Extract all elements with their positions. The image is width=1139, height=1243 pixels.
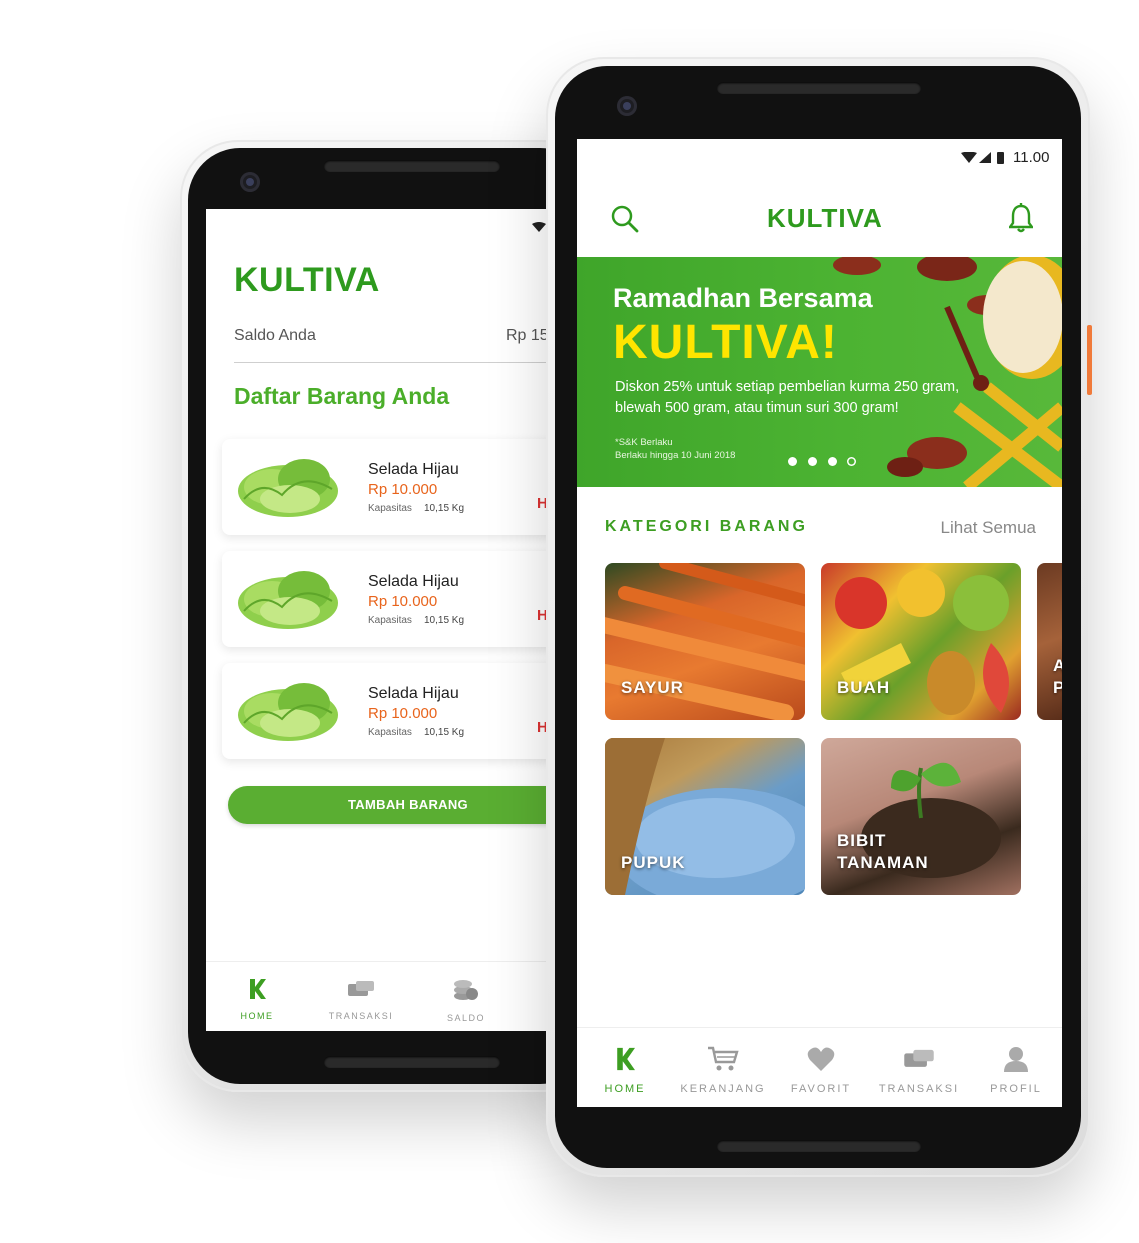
item-name: Selada Hijau: [368, 461, 459, 478]
front-phone-body: 11.00 KULTIVA Ramadhan Bersama KULTIVA! …: [555, 66, 1081, 1168]
nav-home[interactable]: HOME: [212, 978, 302, 1021]
category-tile-buah[interactable]: BUAH: [821, 563, 1021, 720]
item-capacity-value: 10,15 Kg: [424, 615, 465, 626]
back-phone-screen: KULTIVA Saldo Anda Rp 15 Daftar Barang A…: [206, 209, 586, 1031]
front-bottom-nav: HOME KERANJANG FAVORIT TRANSAKSI PROFIL: [577, 1027, 1062, 1107]
app-logo: KULTIVA: [767, 203, 883, 233]
nav-profil[interactable]: PROFIL: [968, 1046, 1062, 1095]
carousel-dot[interactable]: [788, 457, 797, 466]
saldo-value: Rp 15: [506, 327, 549, 344]
status-time: 11.00: [1013, 149, 1050, 166]
carousel-dot[interactable]: [847, 457, 856, 466]
nav-home-label: HOME: [604, 1083, 646, 1095]
category-tile-pupuk[interactable]: PUPUK: [605, 738, 805, 895]
nav-home[interactable]: HOME: [577, 1046, 673, 1095]
nav-favorit-label: FAVORIT: [790, 1083, 852, 1095]
nav-transaksi-label: TRANSAKSI: [328, 1011, 394, 1021]
wallet-icon: [904, 1049, 934, 1067]
category-title: KATEGORI BARANG: [605, 518, 808, 535]
bell-icon[interactable]: [1007, 203, 1035, 238]
item-card[interactable]: Selada Hijau Rp 10.000 Kapasitas 10,15 K…: [222, 663, 582, 759]
divider: [234, 362, 586, 363]
back-phone-camera: [240, 172, 260, 192]
item-price: Rp 10.000: [368, 705, 438, 722]
item-price: Rp 10.000: [368, 481, 438, 498]
lettuce-image: [238, 571, 338, 629]
back-phone-body: KULTIVA Saldo Anda Rp 15 Daftar Barang A…: [188, 148, 592, 1084]
app-logo: KULTIVA: [234, 261, 380, 299]
carousel-dot[interactable]: [808, 457, 817, 466]
item-capacity-value: 10,15 Kg: [424, 503, 465, 514]
user-icon: [1004, 1047, 1028, 1072]
item-capacity-label: Kapasitas: [368, 503, 412, 514]
back-phone-speaker: [324, 160, 500, 172]
item-name: Selada Hijau: [368, 685, 459, 702]
front-phone-bottom-speaker: [717, 1140, 921, 1152]
item-price: Rp 10.000: [368, 593, 438, 610]
k-logo-icon: [250, 979, 266, 999]
promo-banner[interactable]: Ramadhan Bersama KULTIVA! Diskon 25% unt…: [577, 257, 1062, 487]
front-phone-speaker: [717, 82, 921, 94]
back-phone-bottom-speaker: [324, 1056, 500, 1068]
nav-transaksi[interactable]: TRANSAKSI: [316, 978, 406, 1021]
wallet-icon: [348, 981, 374, 996]
banner-description: Diskon 25% untuk setiap pembelian kurma …: [615, 379, 960, 416]
category-label: A P: [1053, 656, 1062, 697]
front-phone-camera: [617, 96, 637, 116]
saldo-label: Saldo Anda: [234, 327, 316, 344]
item-name: Selada Hijau: [368, 573, 459, 590]
category-tile-partial[interactable]: A P: [1037, 563, 1062, 720]
category-label: SAYUR: [621, 678, 684, 697]
banner-headline: Ramadhan Bersama: [613, 283, 873, 313]
carousel-dot[interactable]: [828, 457, 837, 466]
nav-saldo-label: SALDO: [446, 1013, 485, 1023]
category-label: PUPUK: [621, 853, 686, 872]
cart-icon: [708, 1046, 739, 1071]
back-bottom-nav: HOME TRANSAKSI SALDO: [206, 961, 586, 1031]
k-logo-icon: [617, 1047, 635, 1071]
front-phone-screen: 11.00 KULTIVA Ramadhan Bersama KULTIVA! …: [577, 139, 1062, 1107]
item-card[interactable]: Selada Hijau Rp 10.000 Kapasitas 10,15 K…: [222, 551, 582, 647]
nav-profil-label: PROFIL: [990, 1083, 1042, 1095]
category-tile-sayur[interactable]: SAYUR: [605, 563, 805, 720]
signal-icons: [961, 151, 1009, 169]
item-capacity-label: Kapasitas: [368, 727, 412, 738]
item-capacity-value: 10,15 Kg: [424, 727, 465, 738]
search-icon[interactable]: [611, 205, 639, 238]
nav-home-label: HOME: [240, 1011, 274, 1021]
banner-valid-until: Berlaku hingga 10 Juni 2018: [615, 450, 736, 461]
add-item-button[interactable]: TAMBAH BARANG: [228, 786, 586, 824]
coins-icon: [454, 980, 478, 1000]
power-button[interactable]: [1087, 325, 1092, 395]
nav-keranjang[interactable]: KERANJANG: [675, 1046, 771, 1095]
nav-keranjang-label: KERANJANG: [680, 1083, 766, 1095]
item-capacity-label: Kapasitas: [368, 615, 412, 626]
item-card[interactable]: Selada Hijau Rp 10.000 Kapasitas 10,15 K…: [222, 439, 582, 535]
banner-terms: *S&K Berlaku: [615, 437, 673, 448]
category-tile-bibit[interactable]: BIBIT TANAMAN: [821, 738, 1021, 895]
wifi-icon: [532, 219, 546, 237]
lettuce-image: [238, 683, 338, 741]
heart-icon: [807, 1047, 835, 1071]
nav-favorit[interactable]: FAVORIT: [773, 1046, 869, 1095]
lettuce-image: [238, 459, 338, 517]
nav-saldo[interactable]: SALDO: [421, 978, 511, 1023]
nav-transaksi-label: TRANSAKSI: [878, 1083, 960, 1095]
category-label: BUAH: [837, 678, 891, 697]
nav-transaksi[interactable]: TRANSAKSI: [871, 1046, 967, 1095]
banner-brand: KULTIVA!: [613, 316, 838, 369]
category-label: BIBIT TANAMAN: [837, 831, 929, 872]
section-title: Daftar Barang Anda: [234, 383, 450, 409]
see-all-link[interactable]: Lihat Semua: [941, 518, 1036, 538]
